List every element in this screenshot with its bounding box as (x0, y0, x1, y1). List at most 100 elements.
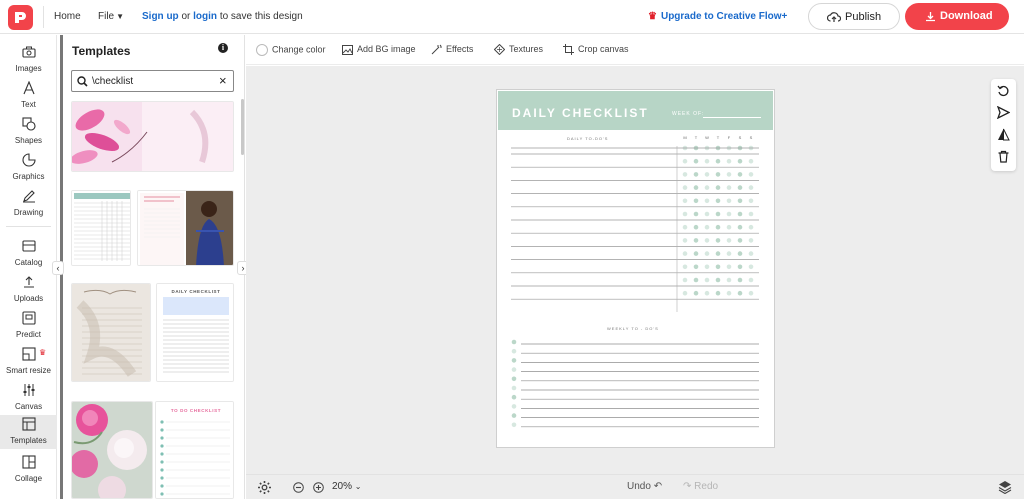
zoom-out-icon[interactable] (293, 482, 304, 493)
zoom-in-icon[interactable] (313, 482, 324, 493)
todo-template-title: TO DO CHECKLIST (171, 408, 221, 413)
sign-up-link[interactable]: Sign up (142, 11, 179, 22)
check-dot (726, 158, 732, 164)
check-dot (737, 145, 743, 151)
check-dot (693, 290, 699, 296)
weekly-dot (511, 404, 517, 409)
effects-button[interactable]: Effects (431, 44, 473, 55)
text-icon (23, 81, 35, 95)
check-dot (704, 224, 710, 230)
textures-button[interactable]: Textures (494, 44, 543, 56)
info-icon[interactable]: i (218, 43, 228, 53)
template-search[interactable]: × (71, 70, 234, 92)
templates-icon (22, 417, 36, 431)
design-page[interactable]: DAILY CHECKLIST WEEK OF: DAILY TO-DO'S W… (496, 89, 775, 448)
save-prompt: Sign up or login to save this design (142, 11, 303, 22)
upgrade-label: Upgrade to Creative Flow+ (660, 11, 788, 22)
rail-item-templates[interactable]: Templates (0, 415, 57, 449)
sliders-icon (23, 384, 35, 396)
file-menu[interactable]: File ▼ (98, 11, 124, 22)
collage-icon (22, 455, 36, 469)
canvas-area[interactable]: DAILY CHECKLIST WEEK OF: DAILY TO-DO'S W… (246, 66, 1024, 474)
chevron-down-icon: ⌄ (354, 482, 362, 491)
check-dot (726, 172, 732, 177)
rail-label: Uploads (13, 294, 44, 303)
template-thumb-checklist-table[interactable] (71, 190, 131, 266)
weekly-dot (511, 339, 517, 345)
check-dot (693, 185, 699, 190)
rail-item-drawing[interactable]: Drawing (0, 187, 57, 221)
weekly-dot (511, 358, 517, 363)
day-letter: W (705, 135, 709, 140)
weekly-heading[interactable]: WEEKLY TO - DO'S (607, 326, 659, 331)
template-thumb-todo-checklist[interactable]: TO DO CHECKLIST (155, 401, 234, 499)
cloud-upload-icon (827, 12, 841, 22)
download-button[interactable]: Download (905, 3, 1009, 30)
template-thumb-peony[interactable] (71, 401, 153, 499)
check-dot (693, 145, 699, 151)
check-dot (737, 198, 743, 204)
home-link[interactable]: Home (54, 11, 81, 22)
rail-item-text[interactable]: Text (0, 79, 57, 113)
template-thumb-daily-checklist[interactable]: DAILY CHECKLIST (156, 283, 234, 382)
check-dot (682, 238, 688, 243)
change-color-button[interactable]: Change color (256, 44, 326, 56)
weekly-dot (511, 385, 517, 391)
redo-icon: ↷ (683, 481, 692, 492)
add-bg-image-button[interactable]: Add BG image (342, 44, 416, 55)
rail-item-predict[interactable]: Predict (0, 309, 57, 343)
effects-icon (431, 44, 442, 55)
catalog-icon (22, 240, 36, 252)
rail-item-catalog[interactable]: Catalog (0, 237, 57, 271)
template-thumb-beige-checklist[interactable] (71, 283, 151, 382)
check-dot (715, 224, 721, 230)
check-dot (704, 251, 710, 256)
rail-label: Images (15, 64, 42, 73)
add-bg-image-label: Add BG image (357, 44, 416, 54)
search-icon (77, 76, 88, 87)
rail-item-uploads[interactable]: Uploads (0, 273, 57, 307)
checklist-title[interactable]: DAILY CHECKLIST (512, 106, 649, 120)
upload-icon (24, 276, 34, 288)
app-logo[interactable] (8, 5, 33, 30)
rail-item-graphics[interactable]: Graphics (0, 151, 57, 185)
template-thumb-photo[interactable] (137, 190, 234, 266)
send-icon[interactable] (997, 106, 1010, 119)
day-letter: M (683, 135, 686, 140)
upgrade-link[interactable]: ♛ Upgrade to Creative Flow+ (648, 11, 787, 22)
crop-icon (563, 44, 574, 56)
template-thumb-floral[interactable] (71, 101, 234, 172)
search-input[interactable] (92, 74, 212, 88)
premium-crown-icon: ♛ (39, 348, 47, 357)
rail-item-collage[interactable]: Collage (0, 453, 57, 487)
rail-label: Predict (16, 330, 41, 339)
week-of-label[interactable]: WEEK OF: (672, 111, 704, 117)
check-dot (704, 264, 710, 270)
rail-item-smart-resize[interactable]: ♛ Smart resize (0, 345, 57, 379)
login-link[interactable]: login (193, 11, 217, 22)
check-dot (693, 211, 699, 217)
trash-icon[interactable] (997, 150, 1010, 163)
rail-item-canvas[interactable]: Canvas (0, 381, 57, 415)
weekly-dot (511, 376, 517, 382)
settings-gear-icon[interactable] (257, 480, 272, 495)
publish-button[interactable]: Publish (808, 3, 900, 30)
layers-icon[interactable] (998, 480, 1012, 494)
check-dot (726, 211, 732, 217)
day-letter: F (728, 135, 731, 140)
beige-checklist-image (72, 284, 150, 381)
close-icon[interactable]: × (219, 73, 227, 88)
zoom-level[interactable]: 20% ⌄ (332, 481, 362, 492)
collapse-rail-button[interactable]: ‹ (52, 261, 64, 275)
check-dot (737, 264, 743, 270)
panel-scrollbar[interactable] (241, 99, 244, 155)
crop-canvas-button[interactable]: Crop canvas (563, 44, 629, 56)
rail-item-shapes[interactable]: Shapes (0, 115, 57, 149)
image-icon (342, 44, 353, 55)
daily-heading[interactable]: DAILY TO-DO'S (567, 136, 608, 141)
undo-button[interactable]: Undo ↶ (627, 481, 662, 492)
flip-icon[interactable] (997, 128, 1010, 141)
rail-item-images[interactable]: Images (0, 43, 57, 77)
redo-button[interactable]: ↷ Redo (683, 481, 718, 492)
rotate-icon[interactable] (997, 84, 1010, 97)
